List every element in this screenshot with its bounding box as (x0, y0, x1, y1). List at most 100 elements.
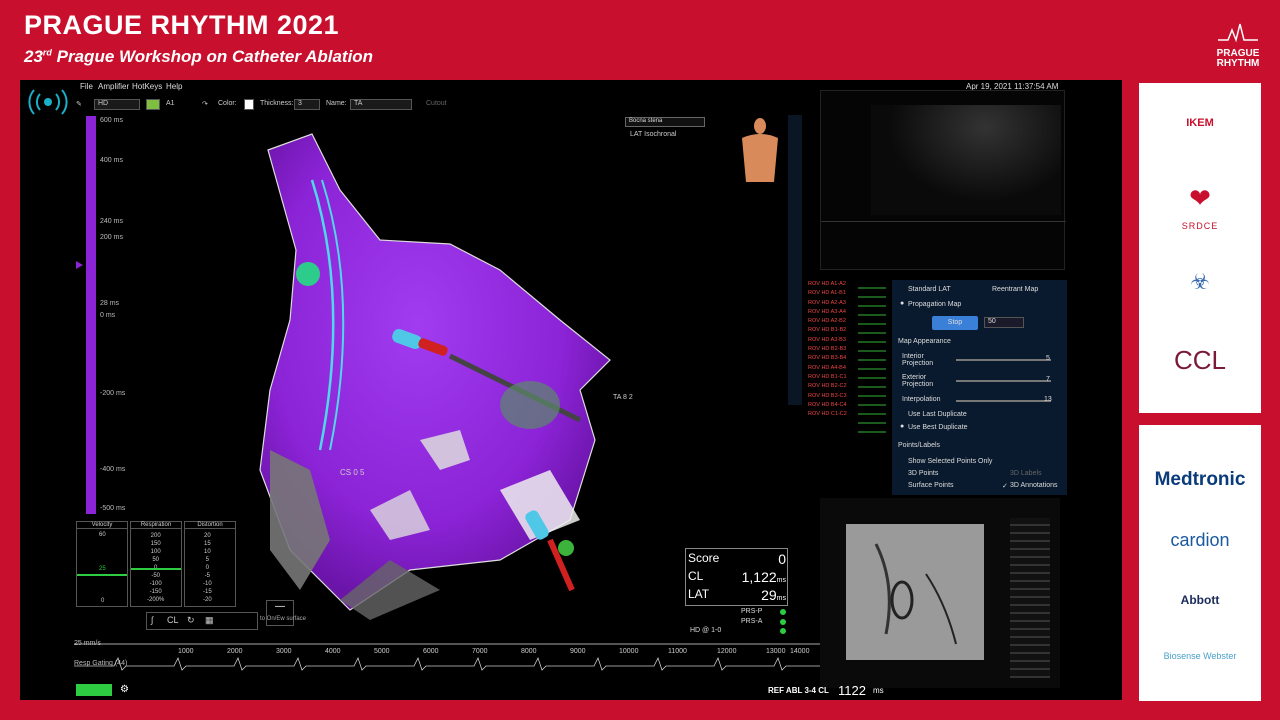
score-value: 0 (778, 551, 786, 567)
fluoro-controls[interactable] (1010, 518, 1050, 678)
map-appearance-heading: Map Appearance (898, 338, 951, 345)
standard-lat-radio[interactable]: Standard LAT (908, 286, 951, 293)
fluoro-catheters (874, 543, 957, 645)
scale-label-0: 0 ms (100, 312, 116, 319)
hd-status-dot (780, 628, 786, 634)
map-select[interactable]: Bocna stena (625, 117, 705, 127)
show-selected-points-checkbox[interactable]: Show Selected Points Only (908, 458, 992, 465)
hd-catheter-marker (558, 540, 574, 556)
menu-hotkeys[interactable]: HotKeys (132, 82, 162, 91)
menu-help[interactable]: Help (166, 82, 182, 91)
dash-button[interactable]: — (266, 600, 294, 626)
hospital-logo: ☣ (1190, 269, 1210, 294)
conference-title: PRAGUE RHYTHM 2021 (24, 10, 340, 40)
ablation-lesion-cluster (500, 381, 560, 429)
exterior-projection-slider[interactable] (956, 380, 1051, 382)
conference-subtitle: 23rd Prague Workshop on Catheter Ablatio… (24, 47, 374, 66)
acquire-button[interactable] (76, 684, 112, 696)
abbott-logo: Abbott (1180, 593, 1220, 607)
lat-isochronal-label: LAT Isochronal (630, 131, 677, 138)
ice-imaging-panel[interactable] (820, 90, 1066, 270)
settings-gear-icon[interactable]: ⚙ (120, 684, 129, 695)
velocity-panel: Velocity 60 25 0 (76, 521, 128, 607)
propagation-radio-dot[interactable]: ● (900, 300, 904, 307)
heart-icon: ❤ (1189, 183, 1211, 213)
signal-tool-icon[interactable]: ∫ (151, 615, 153, 625)
scale-label-240: 240 ms (100, 218, 123, 225)
orientation-torso-icon[interactable] (736, 114, 784, 184)
use-last-duplicate-radio[interactable]: Use Last Duplicate (908, 411, 967, 418)
landmark-sphere[interactable] (296, 262, 320, 286)
mode-select[interactable]: HD (94, 99, 140, 110)
menu-amplifier[interactable]: Amplifier (98, 82, 129, 91)
check-icon: ✓ (1002, 483, 1008, 490)
channel-select[interactable]: A1 (166, 100, 175, 107)
exterior-projection-label: Exterior Projection (902, 374, 934, 388)
scale-label-200: 200 ms (100, 234, 123, 241)
heartbeat-castle-icon (1218, 23, 1258, 43)
menu-file[interactable]: File (80, 82, 93, 91)
ikem-logo: IKEM (1186, 117, 1214, 129)
distortion-panel: Distortion 20 15 10 5 0 -5 -10 -15 -20 (184, 521, 236, 607)
interpolation-slider[interactable] (956, 400, 1051, 402)
prs-a-status-dot (780, 619, 786, 625)
sponsor-panel-bottom: Medtronic cardion Abbott Biosense Webste… (1139, 425, 1261, 701)
propagation-map-label: Propagation Map (908, 301, 962, 308)
ref-cl-unit: ms (873, 686, 884, 695)
conference-banner: PRAGUE RHYTHM 2021 23rd Prague Workshop … (24, 10, 373, 67)
sponsor-panel-top: IKEM ❤ SRDCE ☣ CCL (1139, 83, 1261, 413)
toolbar: ✎ HD A1 ↷ Color: Thickness: 3 Name: TA C… (20, 96, 820, 114)
cl-label: CL (688, 569, 704, 583)
fluoroscopy-image (846, 524, 984, 660)
thickness-input[interactable]: 3 (294, 99, 320, 110)
speed-select[interactable]: 50 (984, 317, 1024, 328)
curve-tool-icon[interactable]: ↷ (202, 100, 208, 108)
3d-lat-map[interactable]: CS 0 5 (200, 120, 680, 620)
reentrant-map-radio[interactable]: Reentrant Map (992, 286, 1038, 293)
interior-projection-label: Interior Projection (902, 353, 934, 367)
scale-label-neg400: -400 ms (100, 466, 126, 473)
lat-value: 29ms (761, 587, 786, 603)
ref-cl-value: 1122 (838, 683, 866, 698)
pencil-icon[interactable]: ✎ (76, 100, 82, 108)
cutout-button[interactable]: Cutout (426, 100, 447, 107)
thickness-label: Thickness: (260, 100, 294, 107)
stop-button[interactable]: Stop (932, 316, 978, 330)
ccl-logo: CCL (1173, 345, 1226, 375)
interior-projection-slider[interactable] (956, 359, 1051, 361)
map-label-cs: CS 0 5 (340, 468, 365, 477)
color-picker[interactable] (244, 99, 254, 110)
map-label-ta: TA 8 2 (613, 394, 633, 401)
lat-label: LAT (688, 587, 710, 601)
ecg-timeline[interactable] (74, 636, 820, 676)
signal-toolbar: ∫ CL ↻ ▦ (146, 612, 258, 630)
surface-points-checkbox[interactable]: Surface Points (908, 482, 954, 489)
surface-label: to On/Ew surface (260, 616, 307, 622)
name-select[interactable]: TA (350, 99, 412, 110)
ice-controls (821, 221, 1066, 261)
mapping-system-window: File Amplifier HotKeys Help Apr 19, 2021… (20, 80, 1122, 700)
use-best-radio-dot[interactable]: ● (900, 423, 904, 430)
scale-label-28: 28 ms (100, 300, 120, 307)
score-label: Score (688, 551, 720, 565)
interpolation-value: 13 (1044, 396, 1052, 403)
map-settings-panel: Standard LAT Reentrant Map ● Propagation… (892, 280, 1067, 495)
prs-p-status-dot (780, 609, 786, 615)
cl-tool-icon[interactable]: CL (167, 615, 179, 625)
3d-points-checkbox[interactable]: 3D Points (908, 470, 938, 477)
3d-labels-checkbox[interactable]: 3D Labels (1010, 470, 1042, 477)
grid-icon[interactable]: ▦ (205, 615, 214, 626)
prs-p-label: PRS-P (741, 608, 763, 615)
ref-label: REF ABL 3-4 CL (768, 686, 829, 695)
points-labels-heading: Points/Labels (898, 442, 941, 449)
hd-label: HD @ 1-0 (690, 627, 722, 634)
scale-marker-arrow[interactable] (76, 261, 83, 269)
refresh-icon[interactable]: ↻ (187, 615, 195, 626)
interpolation-label: Interpolation (902, 396, 941, 403)
prs-a-label: PRS-A (741, 618, 763, 625)
cardion-logo: cardion (1170, 530, 1230, 550)
color-swatch-green[interactable] (146, 99, 160, 110)
egm-signal-panel[interactable]: ROV HD A1-A2 ROV HD A1-B1 ROV HD A2-A3 ROV … (808, 280, 888, 490)
fluoroscopy-panel[interactable] (820, 498, 1060, 688)
3d-annotations-checkbox[interactable]: 3D Annotations (1010, 482, 1057, 489)
